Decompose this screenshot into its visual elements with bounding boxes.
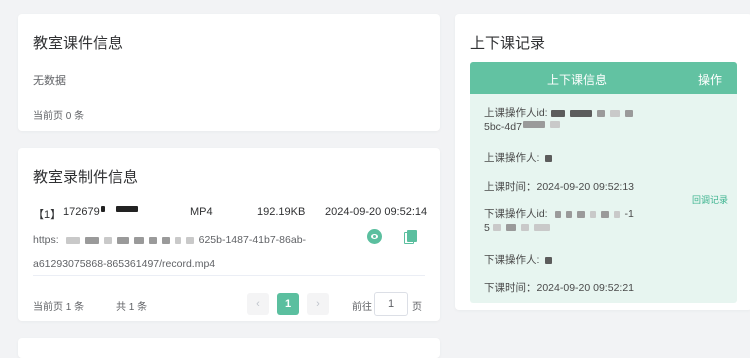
redacted-block bbox=[492, 224, 501, 231]
redacted-block bbox=[565, 210, 572, 218]
pager-goto-label: 前往 bbox=[352, 302, 372, 313]
courseware-empty-text: 无数据 bbox=[33, 75, 66, 87]
file-time: 2024-09-20 09:52:14 bbox=[325, 206, 428, 218]
courseware-total: 当前页 0 条 bbox=[33, 111, 85, 122]
redacted-block bbox=[576, 210, 585, 218]
redacted-block bbox=[522, 121, 545, 128]
class-records-table-header: 上下课信息 操作 bbox=[470, 62, 737, 94]
end-operator-id-tail: -1 bbox=[624, 208, 634, 220]
class-records-title: 上下课记录 bbox=[470, 35, 546, 52]
courseware-title: 教室课件信息 bbox=[33, 35, 124, 52]
recording-url-line1[interactable]: https: 625b-1487-41b7-86ab- bbox=[33, 234, 306, 246]
pager-page-1[interactable]: 1 bbox=[277, 293, 299, 315]
file-name: 172679 bbox=[63, 206, 143, 218]
url-prefix: https: bbox=[33, 234, 59, 246]
redacted-block bbox=[520, 224, 529, 231]
eye-core bbox=[373, 235, 376, 238]
start-operator-id: 上课操作人id: 5bc-4d7 bbox=[484, 106, 684, 134]
redacted-block bbox=[65, 236, 80, 244]
redacted-block bbox=[549, 121, 560, 128]
header-action: 操作 bbox=[698, 73, 723, 87]
recording-divider bbox=[33, 275, 425, 276]
recording-title: 教室录制件信息 bbox=[33, 169, 139, 186]
redacted-block bbox=[505, 224, 516, 231]
redacted-block bbox=[174, 236, 181, 244]
start-operator-name-label: 上课操作人: bbox=[484, 152, 540, 164]
end-time: 下课时间：2024-09-20 09:52:21 bbox=[484, 282, 634, 294]
copy-icon[interactable] bbox=[404, 230, 418, 245]
recording-url-line2[interactable]: a61293075868-865361497/record.mp4 bbox=[33, 258, 215, 270]
start-time: 上课时间：2024-09-20 09:52:13 bbox=[484, 181, 634, 193]
recording-file-row: 【1】 172679 MP4 192.19KB 2024-09-20 09:52… bbox=[33, 206, 433, 222]
redacted-block bbox=[545, 256, 553, 264]
url-mid: 625b-1487-41b7-86ab- bbox=[198, 234, 307, 246]
redacted-block bbox=[554, 210, 561, 218]
copy-front-sheet bbox=[407, 230, 417, 242]
redacted-block bbox=[533, 224, 550, 231]
start-operator-id-tail: 5bc-4d7 bbox=[484, 121, 522, 133]
pager-total: 共 1 条 bbox=[116, 302, 148, 313]
redacted-block bbox=[133, 236, 144, 244]
file-size: 192.19KB bbox=[257, 206, 306, 218]
redacted-block bbox=[115, 206, 138, 212]
redacted-block bbox=[100, 206, 105, 212]
callback-record-link[interactable]: 回调记录 bbox=[692, 193, 728, 206]
end-operator-id: 下课操作人id: -1 5 bbox=[484, 207, 694, 235]
redacted-block bbox=[116, 236, 129, 244]
redacted-block bbox=[569, 109, 592, 117]
redacted-block bbox=[596, 109, 605, 117]
redacted-block bbox=[609, 109, 620, 117]
redacted-block bbox=[624, 109, 633, 117]
next-card-peek bbox=[18, 338, 440, 358]
start-operator-name: 上课操作人: bbox=[484, 151, 557, 165]
redacted-block bbox=[545, 154, 553, 162]
redacted-block bbox=[161, 236, 170, 244]
pager-prev-button[interactable]: ‹ bbox=[247, 293, 269, 315]
pager-next-button[interactable]: › bbox=[307, 293, 329, 315]
end-operator-id-label: 下课操作人id: bbox=[484, 208, 548, 220]
pager-goto-input[interactable]: 1 bbox=[374, 292, 408, 316]
header-info: 上下课信息 bbox=[547, 73, 608, 87]
redacted-block bbox=[600, 210, 609, 218]
redacted-block bbox=[84, 236, 99, 244]
end-operator-name: 下课操作人: bbox=[484, 253, 557, 267]
redacted-block bbox=[103, 236, 112, 244]
redacted-block bbox=[589, 210, 596, 218]
redacted-block bbox=[613, 210, 620, 218]
file-format: MP4 bbox=[190, 206, 213, 218]
start-operator-id-label: 上课操作人id: bbox=[484, 107, 548, 119]
recording-card: 教室录制件信息 【1】 172679 MP4 192.19KB 2024-09-… bbox=[18, 148, 440, 321]
pager-page-count: 当前页 1 条 bbox=[33, 302, 85, 313]
redacted-block bbox=[185, 236, 194, 244]
pager-page-label: 页 bbox=[412, 302, 422, 313]
preview-eye-icon[interactable] bbox=[367, 229, 382, 244]
file-index: 【1】 bbox=[33, 209, 62, 221]
redacted-block bbox=[550, 109, 565, 117]
redacted-block bbox=[148, 236, 157, 244]
end-operator-id-line2: 5 bbox=[484, 222, 490, 234]
file-name-prefix: 172679 bbox=[63, 206, 100, 218]
courseware-card: 教室课件信息 无数据 当前页 0 条 bbox=[18, 14, 440, 131]
end-operator-name-label: 下课操作人: bbox=[484, 254, 540, 266]
class-records-row: 上课操作人id: 5bc-4d7 上课操作人: 上课时间：2024-09-20 … bbox=[470, 94, 737, 303]
